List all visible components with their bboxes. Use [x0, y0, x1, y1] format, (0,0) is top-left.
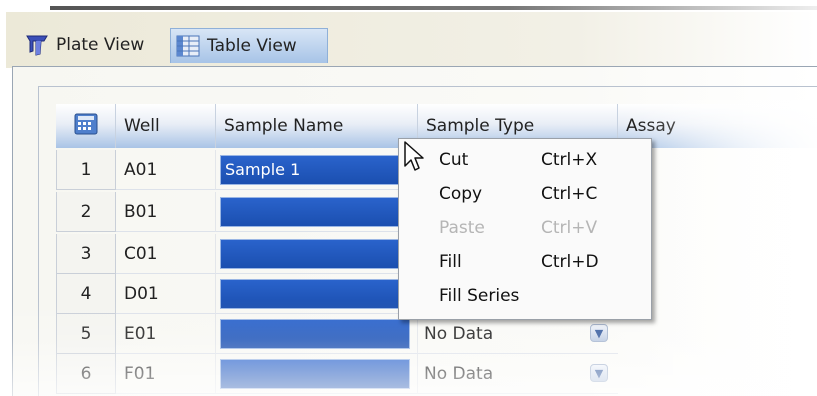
sample-type-value: No Data: [424, 363, 494, 384]
sample-type-cell[interactable]: No Data ▼: [418, 354, 618, 394]
sample-name-input[interactable]: [220, 238, 410, 269]
sample-type-value: No Data: [424, 323, 494, 344]
tab-table-view[interactable]: Table View: [170, 28, 328, 63]
sample-name-cell[interactable]: [216, 192, 418, 232]
row-number[interactable]: 2: [56, 192, 116, 232]
tab-plate-view-label: Plate View: [56, 35, 145, 55]
menu-item-copy[interactable]: Copy Ctrl+C: [399, 177, 651, 211]
table-row: 5 E01 No Data ▼: [56, 314, 817, 354]
well-cell[interactable]: E01: [116, 314, 216, 354]
plate-icon: [24, 33, 50, 57]
menu-item-fill-series[interactable]: Fill Series: [399, 279, 651, 313]
row-number[interactable]: 1: [56, 150, 116, 190]
table-row: 6 F01 No Data ▼: [56, 354, 817, 394]
menu-item-shortcut: Ctrl+D: [541, 252, 599, 272]
row-number[interactable]: 5: [56, 314, 116, 354]
well-cell[interactable]: F01: [116, 354, 216, 394]
menu-item-paste[interactable]: Paste Ctrl+V: [399, 211, 651, 245]
sample-name-cell[interactable]: [216, 274, 418, 314]
context-menu: Cut Ctrl+X Copy Ctrl+C Paste Ctrl+V Fill…: [398, 138, 652, 320]
column-header-sample-name[interactable]: Sample Name: [216, 104, 418, 148]
sample-name-cell[interactable]: Sample 1: [216, 150, 418, 190]
menu-item-label: Copy: [439, 184, 483, 204]
sample-name-cell[interactable]: [216, 314, 418, 354]
well-cell[interactable]: B01: [116, 192, 216, 232]
window-top-border: [50, 6, 817, 10]
well-cell[interactable]: C01: [116, 234, 216, 274]
sample-name-cell[interactable]: [216, 234, 418, 274]
mouse-pointer-icon: [403, 140, 425, 174]
menu-item-cut[interactable]: Cut Ctrl+X: [399, 143, 651, 177]
sample-type-cell[interactable]: No Data ▼: [418, 314, 618, 354]
menu-item-shortcut: Ctrl+X: [541, 150, 598, 170]
row-number[interactable]: 6: [56, 354, 116, 394]
menu-item-shortcut: Ctrl+V: [541, 218, 598, 238]
tab-table-view-label: Table View: [207, 36, 297, 56]
menu-item-shortcut: Ctrl+C: [541, 184, 598, 204]
select-all-corner[interactable]: [56, 104, 116, 148]
column-header-well[interactable]: Well: [116, 104, 216, 148]
row-number[interactable]: 4: [56, 274, 116, 314]
sample-name-cell[interactable]: [216, 354, 418, 394]
menu-item-label: Cut: [439, 150, 469, 170]
app-window: Plate View Table View Well Sample Name S…: [0, 0, 817, 396]
calculator-icon: [74, 113, 98, 140]
well-cell[interactable]: D01: [116, 274, 216, 314]
well-cell[interactable]: A01: [116, 150, 216, 190]
menu-item-fill[interactable]: Fill Ctrl+D: [399, 245, 651, 279]
sample-name-input[interactable]: [220, 196, 410, 227]
tab-plate-view[interactable]: Plate View: [20, 28, 166, 62]
sample-name-input[interactable]: [220, 358, 410, 389]
chevron-down-icon[interactable]: ▼: [590, 364, 608, 382]
sample-name-input[interactable]: [220, 278, 410, 309]
table-grid-icon: [175, 34, 201, 58]
row-number[interactable]: 3: [56, 234, 116, 274]
sample-name-input[interactable]: Sample 1: [220, 154, 410, 185]
menu-item-label: Fill: [439, 252, 462, 272]
sample-name-input[interactable]: [220, 318, 410, 349]
menu-item-label: Paste: [439, 218, 485, 238]
chevron-down-icon[interactable]: ▼: [590, 324, 608, 342]
menu-item-label: Fill Series: [439, 286, 520, 306]
